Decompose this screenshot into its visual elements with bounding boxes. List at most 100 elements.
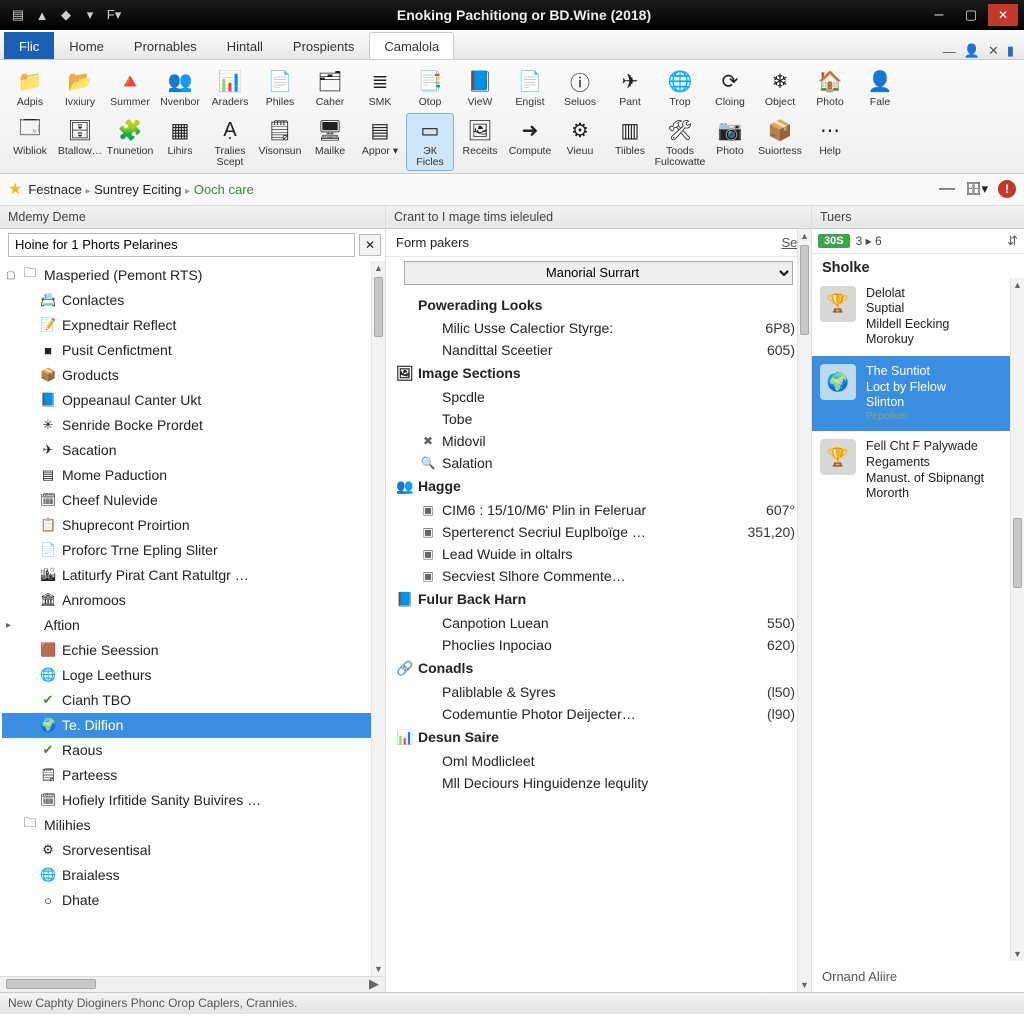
ribbon-philes-button[interactable]: 📄 Philes <box>256 64 304 111</box>
breadcrumb-item[interactable]: Ooch care <box>194 182 254 197</box>
ribbon-trop-button[interactable]: 🌐 Trop <box>656 64 704 111</box>
content-row[interactable]: ▣ Secviest Slhore Commente… <box>386 565 811 587</box>
tab-camalola[interactable]: Camalola <box>369 32 454 59</box>
content-row[interactable]: Spcdle <box>386 386 811 408</box>
tree-item[interactable]: 📋 Shuprecont Proirtion <box>2 513 385 538</box>
tree-item[interactable]: 📄 Proforc Trne Epling Sliter <box>2 538 385 563</box>
ribbon-pant-button[interactable]: ✈ Pant <box>606 64 654 111</box>
nav-tree[interactable]: ▢ 🗀 Masperied (Pemont RTS) 📇 Conlactes 📝… <box>0 261 385 976</box>
ribbon---button[interactable]: ▭ ЭКFicles <box>406 113 454 171</box>
side-sort-icon[interactable]: ⇵ <box>1007 233 1018 249</box>
tree-item[interactable]: ✳ Senride Bocke Prordet <box>2 413 385 438</box>
ribbon-adpis-button[interactable]: 📁 Adpis <box>6 64 54 111</box>
tree-item[interactable]: 🌍 Te. Dilfion <box>2 713 385 738</box>
ribbon-tralies-button[interactable]: Ạ TraliesScept <box>206 113 254 171</box>
content-row[interactable]: Codemuntie Photor Deijecter… (l90) <box>386 703 811 725</box>
tree-item[interactable]: ▸ Aftion <box>2 613 385 638</box>
content-group-header[interactable]: 📘Fulur Back Harn <box>386 587 811 612</box>
ribbon-lihirs-button[interactable]: ▦ Lihirs <box>156 113 204 171</box>
content-row[interactable]: Mll Deciours Hinguidenze lequlity <box>386 772 811 794</box>
star-icon[interactable]: ★ <box>8 179 22 199</box>
content-group-header[interactable]: 👥Hagge <box>386 474 811 499</box>
format-icon[interactable]: F▾ <box>106 7 122 23</box>
content-group-header[interactable]: 🖼Image Sections <box>386 361 811 386</box>
ribbon-btallow--button[interactable]: 🗄 Btallow… <box>56 113 104 171</box>
content-row[interactable]: Oml Modlicleet <box>386 750 811 772</box>
result-item[interactable]: 🏆 DelolatSuptialMildell EeckingMorokuy <box>812 278 1024 357</box>
error-indicator-icon[interactable]: ! <box>998 180 1016 198</box>
ribbon-tiibles-button[interactable]: ▥ Tiibles <box>606 113 654 171</box>
diamond-icon[interactable]: ◆ <box>58 7 74 23</box>
breadcrumb-item[interactable]: Suntrey Eciting <box>94 182 181 197</box>
tree-item[interactable]: ✔ Raous <box>2 738 385 763</box>
tab-prospients[interactable]: Prospients <box>278 32 369 59</box>
ribbon-compute-button[interactable]: ➜ Compute <box>506 113 554 171</box>
content-row[interactable]: Phoclies Inpociao 620) <box>386 634 811 656</box>
ribbon-photo-button[interactable]: 📷 Photo <box>706 113 754 171</box>
content-row[interactable]: ✖ Midovil <box>386 430 811 452</box>
tree-item[interactable]: ▢ 🗀 Masperied (Pemont RTS) <box>2 263 385 288</box>
tree-item[interactable]: 🏙 Latiturfy Pirat Cant Ratultgr … <box>2 563 385 588</box>
result-item[interactable]: 🌍 The SuntiotLoct by FlelowSlinton Pepol… <box>812 356 1024 431</box>
tree-item[interactable]: ✔ Cianh TBO <box>2 688 385 713</box>
ribbon-summer-button[interactable]: 🔺 Summer <box>106 64 154 111</box>
tree-item[interactable]: 🗀 Milihies <box>2 813 385 838</box>
ribbon-tnunetion-button[interactable]: 🧩 Tnunetion <box>106 113 154 171</box>
side-pager[interactable]: 3 ▸ 6 <box>856 234 882 248</box>
content-group-header[interactable]: Powerading Looks <box>386 293 811 317</box>
tree-item[interactable]: ⚙ Srorvesentisal <box>2 838 385 863</box>
nav-scrollbar[interactable]: ▲ ▼ <box>371 261 385 976</box>
side-scrollbar[interactable]: ▲ ▼ <box>1010 278 1024 961</box>
breadcrumb-item[interactable]: Festnace <box>28 182 81 197</box>
tab-hintall[interactable]: Hintall <box>212 32 278 59</box>
ribbon-appor--button[interactable]: ▤ Appor ▾ <box>356 113 404 171</box>
content-row[interactable]: ▣ CIM6 : 15/10/M6' Plin in Feleruar 607° <box>386 499 811 521</box>
ribbon-otop-button[interactable]: 📑 Otop <box>406 64 454 111</box>
tree-item[interactable]: 📇 Conlactes <box>2 288 385 313</box>
tab-file[interactable]: Flic <box>4 32 54 59</box>
collapse-icon[interactable]: — <box>939 180 955 198</box>
doc-close-icon[interactable]: ✕ <box>988 43 999 59</box>
tab-prornables[interactable]: Prornables <box>119 32 212 59</box>
archive-icon[interactable]: 🗄▾ <box>965 181 988 197</box>
ribbon-object-button[interactable]: ❄ Object <box>756 64 804 111</box>
content-row[interactable]: 🔍 Salation <box>386 452 811 474</box>
ribbon-help-button[interactable]: ⋯ Help <box>806 113 854 171</box>
tree-item[interactable]: ■ Pusit Cenfictment <box>2 338 385 363</box>
content-row[interactable]: Tobe <box>386 408 811 430</box>
nav-search-clear-button[interactable]: ✕ <box>359 234 381 256</box>
ribbon-nvenbor-button[interactable]: 👥 Nvenbor <box>156 64 204 111</box>
ribbon-suiortess-button[interactable]: 📦 Suiortess <box>756 113 804 171</box>
tree-item[interactable]: 📘 Oppeanaul Canter Ukt <box>2 388 385 413</box>
ribbon-photo-button[interactable]: 🏠 Photo <box>806 64 854 111</box>
tree-item[interactable]: 🟫 Echie Seession <box>2 638 385 663</box>
ribbon-caher-button[interactable]: 🗂 Caher <box>306 64 354 111</box>
doc-help-icon[interactable]: ▮ <box>1007 43 1014 59</box>
content-row[interactable]: Canpotion Luean 550) <box>386 612 811 634</box>
window-minimize-button[interactable] <box>924 4 954 26</box>
nav-up-icon[interactable]: ▲ <box>34 7 50 23</box>
ribbon-toods-button[interactable]: 🛠 ToodsFulcowatte <box>656 113 704 171</box>
tree-item[interactable]: 🌐 Braialess <box>2 863 385 888</box>
ribbon-smk-button[interactable]: ≣ SMK <box>356 64 404 111</box>
ribbon-wibliok-button[interactable]: 🗔 Wibliok <box>6 113 54 171</box>
tree-item[interactable]: ✈ Sacation <box>2 438 385 463</box>
content-group-header[interactable]: 📊Desun Saire <box>386 725 811 750</box>
content-row[interactable]: ▣ Lead Wuide in oltalrs <box>386 543 811 565</box>
result-item[interactable]: 🏆 Fell Cht F PalywadeRegamentsManust. of… <box>812 431 1024 510</box>
ribbon-receits-button[interactable]: 🖼 Receits <box>456 113 504 171</box>
ribbon-vieuu-button[interactable]: ⚙ Vieuu <box>556 113 604 171</box>
tree-item[interactable]: 🗓 Cheef Nulevide <box>2 488 385 513</box>
nav-search-input[interactable] <box>8 233 355 257</box>
tree-item[interactable]: 📝 Expnedtair Reflect <box>2 313 385 338</box>
ribbon-seluos-button[interactable]: ⓘ Seluos <box>556 64 604 111</box>
tree-item[interactable]: 🌐 Loge Leethurs <box>2 663 385 688</box>
content-group-header[interactable]: 🔗Conadls <box>386 656 811 681</box>
content-row[interactable]: Paliblable & Syres (l50) <box>386 681 811 703</box>
ribbon-araders-button[interactable]: 📊 Araders <box>206 64 254 111</box>
ribbon-view-button[interactable]: 📘 VieW <box>456 64 504 111</box>
nav-hscrollbar[interactable]: ▶ <box>0 976 385 992</box>
doc-user-icon[interactable]: 👤 <box>964 43 980 59</box>
tab-home[interactable]: Home <box>54 32 119 59</box>
tree-item[interactable]: 🗓 Hofiely Irfitide Sanity Buivires … <box>2 788 385 813</box>
